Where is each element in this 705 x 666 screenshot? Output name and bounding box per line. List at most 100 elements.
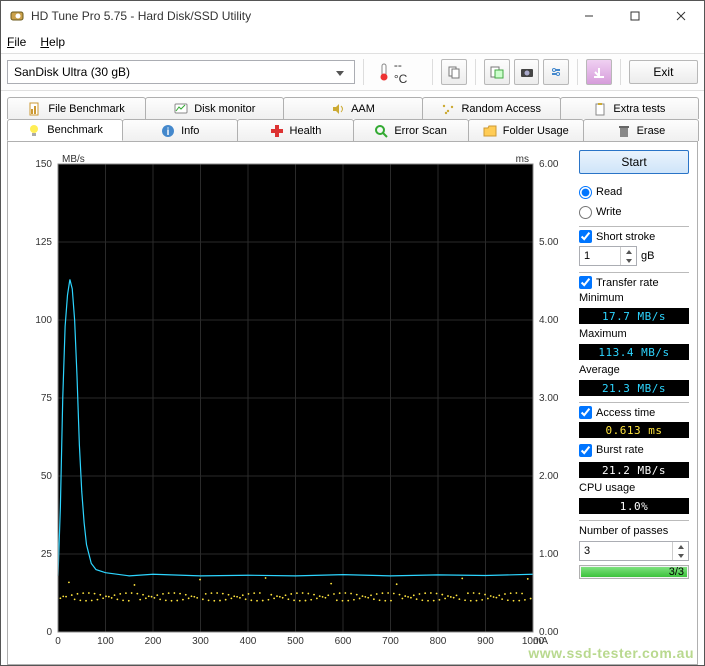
transfer-rate-check[interactable]: Transfer rate bbox=[579, 272, 689, 288]
options-button[interactable] bbox=[543, 59, 569, 85]
svg-text:i: i bbox=[167, 127, 170, 138]
svg-text:0: 0 bbox=[55, 636, 61, 647]
write-radio-input[interactable] bbox=[579, 206, 592, 219]
svg-text:150: 150 bbox=[35, 159, 52, 170]
short-stroke-row: 1 gB bbox=[579, 246, 689, 266]
tab-disk-monitor[interactable]: Disk monitor bbox=[145, 97, 284, 119]
average-value: 21.3 MB/s bbox=[579, 380, 689, 396]
minimum-label: Minimum bbox=[579, 292, 689, 304]
separator bbox=[363, 59, 364, 85]
app-window: HD Tune Pro 5.75 - Hard Disk/SSD Utility… bbox=[0, 0, 705, 666]
access-time-check[interactable]: Access time bbox=[579, 402, 689, 418]
svg-text:5.00: 5.00 bbox=[539, 237, 559, 248]
tab-info[interactable]: iInfo bbox=[122, 119, 238, 141]
separator bbox=[475, 59, 476, 85]
short-stroke-spinner[interactable]: 1 bbox=[579, 246, 637, 266]
tab-erase[interactable]: Erase bbox=[583, 119, 699, 141]
svg-text:100: 100 bbox=[35, 315, 52, 326]
svg-text:2.00: 2.00 bbox=[539, 471, 559, 482]
separator bbox=[620, 59, 621, 85]
tab-folder-usage[interactable]: Folder Usage bbox=[468, 119, 584, 141]
svg-text:50: 50 bbox=[41, 471, 53, 482]
svg-text:100: 100 bbox=[97, 636, 114, 647]
tab-random-access[interactable]: Random Access bbox=[422, 97, 561, 119]
separator bbox=[577, 59, 578, 85]
tab-row-top: File Benchmark Disk monitor AAM Random A… bbox=[7, 97, 698, 119]
tab-label: Folder Usage bbox=[503, 125, 569, 137]
write-label: Write bbox=[596, 206, 621, 218]
spin-down-icon[interactable] bbox=[673, 551, 688, 560]
burst-rate-input[interactable] bbox=[579, 444, 592, 457]
read-radio[interactable]: Read bbox=[579, 184, 689, 200]
passes-value: 3 bbox=[584, 545, 590, 557]
burst-rate-check[interactable]: Burst rate bbox=[579, 442, 689, 458]
exit-button[interactable]: Exit bbox=[629, 60, 698, 84]
copy-screenshot-button[interactable] bbox=[484, 59, 510, 85]
maximize-button[interactable] bbox=[612, 1, 658, 31]
minimum-value: 17.7 MB/s bbox=[579, 308, 689, 324]
short-stroke-input[interactable] bbox=[579, 230, 592, 243]
tab-label: Random Access bbox=[461, 103, 540, 115]
short-stroke-check[interactable]: Short stroke bbox=[579, 226, 689, 242]
minimize-button[interactable] bbox=[566, 1, 612, 31]
tab-extra-tests[interactable]: Extra tests bbox=[560, 97, 699, 119]
close-button[interactable] bbox=[658, 1, 704, 31]
transfer-rate-label: Transfer rate bbox=[596, 277, 659, 289]
tab-benchmark[interactable]: Benchmark bbox=[7, 119, 123, 141]
tab-row-bottom: Benchmark iInfo Health Error Scan Folder… bbox=[7, 119, 698, 141]
benchmark-sidebar: Start Read Write Short stroke 1 gB Trans… bbox=[579, 150, 689, 656]
svg-text:4.00: 4.00 bbox=[539, 315, 559, 326]
svg-text:500: 500 bbox=[287, 636, 304, 647]
folder-icon bbox=[483, 124, 497, 138]
svg-text:75: 75 bbox=[41, 393, 53, 404]
read-radio-input[interactable] bbox=[579, 186, 592, 199]
benchmark-chart: 0100200300400500600700800900100002550751… bbox=[16, 150, 571, 656]
device-select[interactable]: SanDisk Ultra (30 gB) bbox=[7, 60, 355, 84]
spin-down-icon[interactable] bbox=[621, 256, 636, 265]
access-time-value: 0.613 ms bbox=[579, 422, 689, 438]
bulb-icon bbox=[27, 123, 41, 137]
copy-info-button[interactable] bbox=[441, 59, 467, 85]
spin-up-icon[interactable] bbox=[673, 542, 688, 551]
tab-label: Error Scan bbox=[394, 125, 447, 137]
transfer-rate-input[interactable] bbox=[579, 276, 592, 289]
start-button[interactable]: Start bbox=[579, 150, 689, 174]
tab-health[interactable]: Health bbox=[237, 119, 353, 141]
trash-icon bbox=[617, 124, 631, 138]
svg-text:800: 800 bbox=[430, 636, 447, 647]
svg-text:1.00: 1.00 bbox=[539, 549, 559, 560]
passes-label: Number of passes bbox=[579, 520, 689, 537]
menu-file[interactable]: File bbox=[7, 35, 26, 49]
device-select-value: SanDisk Ultra (30 gB) bbox=[14, 65, 130, 79]
passes-spinner[interactable]: 3 bbox=[579, 541, 689, 561]
svg-text:400: 400 bbox=[240, 636, 257, 647]
tab-aam[interactable]: AAM bbox=[283, 97, 422, 119]
monitor-icon bbox=[174, 102, 188, 116]
watermark: www.ssd-tester.com.au bbox=[528, 645, 694, 661]
tab-label: Erase bbox=[637, 125, 666, 137]
spin-up-icon[interactable] bbox=[621, 247, 636, 256]
maximum-label: Maximum bbox=[579, 328, 689, 340]
save-button[interactable] bbox=[586, 59, 612, 85]
tab-label: AAM bbox=[351, 103, 375, 115]
screenshot-button[interactable] bbox=[514, 59, 540, 85]
tab-file-benchmark[interactable]: File Benchmark bbox=[7, 97, 146, 119]
short-stroke-value: 1 bbox=[584, 250, 590, 262]
svg-text:ms: ms bbox=[516, 154, 529, 165]
info-icon: i bbox=[161, 124, 175, 138]
svg-text:900: 900 bbox=[477, 636, 494, 647]
svg-text:MB/s: MB/s bbox=[62, 154, 85, 165]
search-icon bbox=[374, 124, 388, 138]
thermometer-icon bbox=[378, 63, 390, 81]
speaker-icon bbox=[331, 102, 345, 116]
chart-area: 0100200300400500600700800900100002550751… bbox=[16, 150, 571, 656]
svg-text:700: 700 bbox=[382, 636, 399, 647]
access-time-input[interactable] bbox=[579, 406, 592, 419]
svg-text:3.00: 3.00 bbox=[539, 393, 559, 404]
write-radio[interactable]: Write bbox=[579, 204, 689, 220]
tab-label: Disk monitor bbox=[194, 103, 255, 115]
tab-error-scan[interactable]: Error Scan bbox=[353, 119, 469, 141]
benchmark-panel: 0100200300400500600700800900100002550751… bbox=[7, 141, 698, 665]
menu-help[interactable]: Help bbox=[40, 35, 65, 49]
menubar: File Help bbox=[1, 31, 704, 53]
